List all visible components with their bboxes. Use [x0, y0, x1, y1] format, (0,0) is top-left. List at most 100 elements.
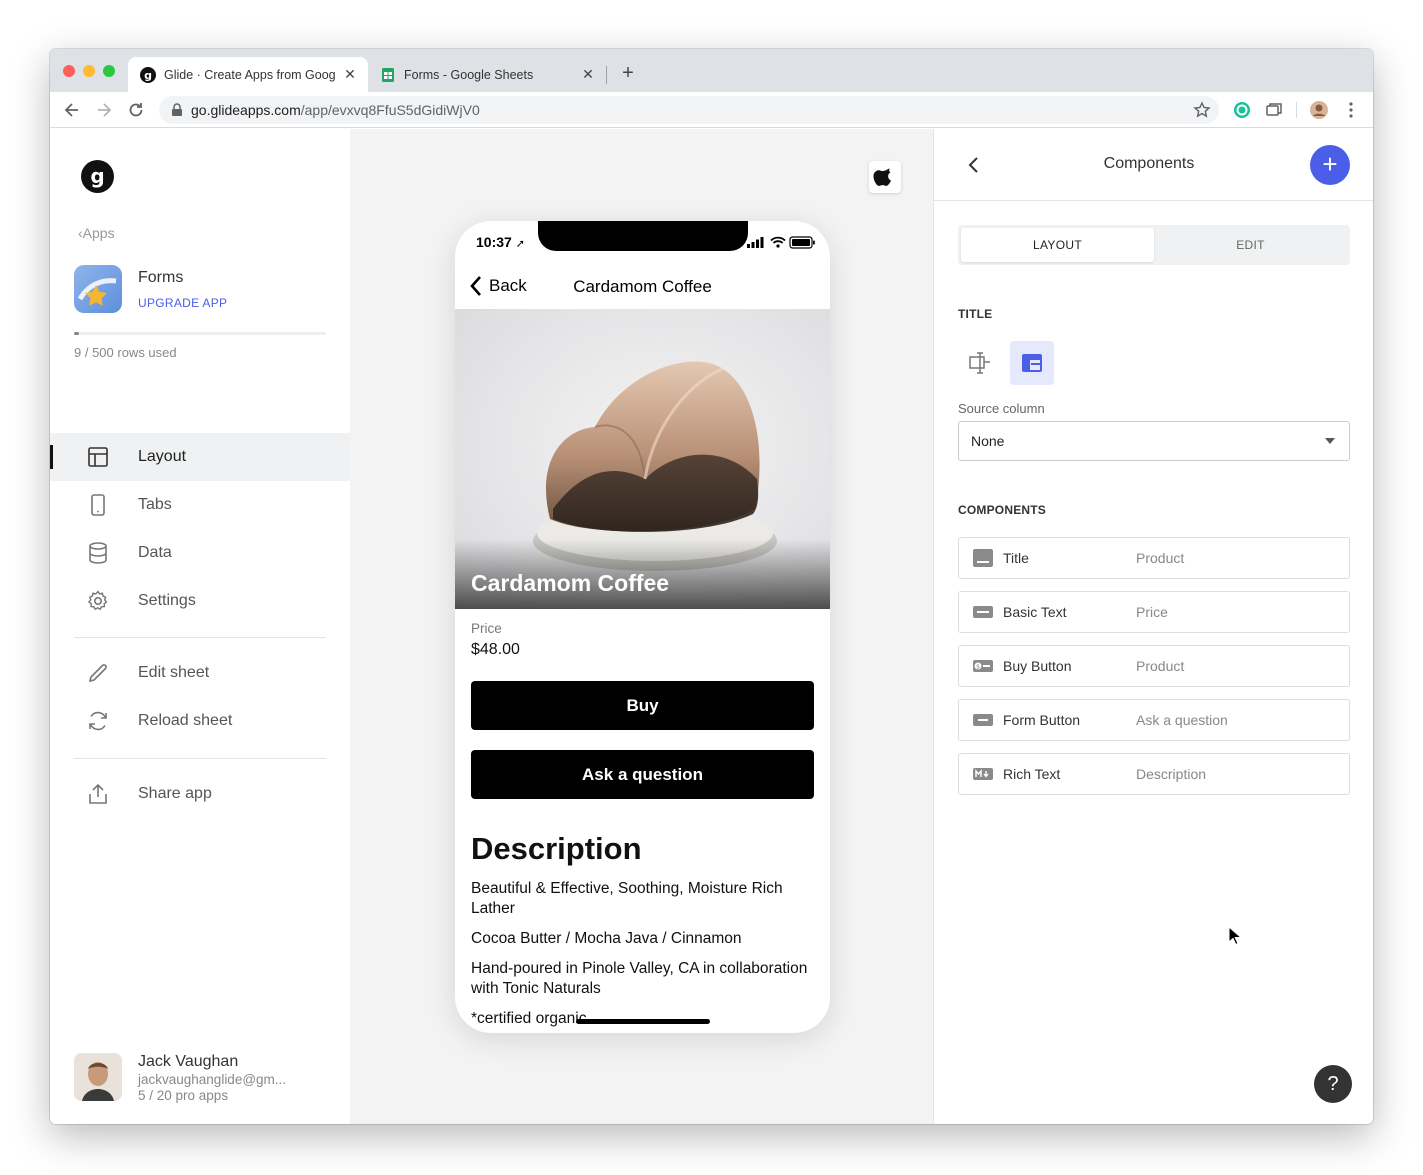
sidebar-item-label: Layout — [138, 448, 187, 465]
product-hero-image: Cardamom Coffee — [455, 309, 830, 609]
tab-glide[interactable]: g Glide · Create Apps from Goog ✕ — [128, 57, 368, 92]
glide-logo[interactable]: g — [81, 160, 114, 193]
more-menu-icon[interactable] — [1341, 100, 1361, 120]
upgrade-app-link[interactable]: UPGRADE APP — [138, 296, 227, 310]
apps-back-link[interactable]: ‹Apps — [78, 225, 115, 241]
tab-separator — [606, 66, 607, 84]
app-name: Forms — [138, 269, 184, 286]
svg-text:g: g — [144, 69, 152, 82]
ask-question-button[interactable]: Ask a question — [471, 750, 814, 799]
component-row-form-button[interactable]: Form Button Ask a question — [958, 699, 1350, 741]
zoom-window-button[interactable] — [103, 65, 115, 77]
hero-title: Cardamom Coffee — [471, 570, 670, 596]
sheets-favicon-icon — [382, 67, 394, 82]
sidebar-item-label: Data — [138, 544, 172, 561]
price-value: $48.00 — [471, 641, 520, 658]
tab-title: Glide · Create Apps from Goog — [164, 67, 336, 82]
title-style-image-option[interactable] — [1010, 341, 1054, 385]
url-host: go.glideapps.com — [191, 102, 301, 118]
sidebar-item-settings[interactable]: Settings — [50, 577, 350, 625]
component-source: Product — [1136, 658, 1185, 674]
buy-button-icon: $ — [973, 660, 993, 672]
user-email: jackvaughanglide@gm... — [138, 1072, 287, 1087]
share-icon — [89, 783, 107, 804]
star-app-icon — [77, 278, 117, 306]
user-plan: 5 / 20 pro apps — [138, 1088, 229, 1103]
forward-arrow-icon[interactable] — [94, 100, 114, 120]
component-row-rich-text[interactable]: Rich Text Description — [958, 753, 1350, 795]
user-photo — [74, 1053, 122, 1101]
add-component-button[interactable]: + — [1310, 145, 1350, 185]
sidebar-item-reload-sheet[interactable]: Reload sheet — [50, 697, 350, 745]
home-indicator — [576, 1019, 710, 1024]
sidebar-divider — [74, 637, 326, 638]
reload-icon — [89, 711, 107, 731]
source-column-select[interactable]: None — [958, 421, 1350, 461]
description-line: Hand-poured in Pinole Valley, CA in coll… — [471, 960, 808, 997]
mouse-cursor-icon — [1228, 926, 1242, 946]
new-tab-button[interactable]: + — [618, 62, 638, 85]
gear-icon — [87, 590, 108, 611]
sidebar-item-layout[interactable]: Layout — [50, 433, 350, 481]
sidebar-item-share-app[interactable]: Share app — [50, 770, 350, 818]
apps-link-label: Apps — [82, 225, 115, 241]
lock-icon — [172, 103, 182, 116]
sidebar-item-label: Reload sheet — [138, 712, 233, 729]
ios-preview-toggle[interactable] — [869, 161, 901, 193]
windows-extension-icon[interactable] — [1264, 100, 1284, 120]
address-bar[interactable]: go.glideapps.com/app/evxvq8FfuS5dGidiWjV… — [159, 96, 1219, 124]
rich-text-icon — [973, 768, 993, 780]
components-panel: Components + LAYOUT EDIT TITLE Source co… — [933, 129, 1373, 1124]
browser-toolbar: go.glideapps.com/app/evxvq8FfuS5dGidiWjV… — [50, 92, 1373, 128]
component-source: Description — [1136, 766, 1207, 782]
tab-close-icon[interactable]: ✕ — [580, 66, 596, 83]
chevron-down-icon — [1325, 438, 1335, 444]
component-name: Form Button — [1003, 712, 1081, 728]
pencil-icon — [88, 664, 107, 683]
tab-layout[interactable]: LAYOUT — [961, 228, 1154, 262]
status-icons — [747, 236, 815, 249]
reload-page-icon[interactable] — [126, 100, 146, 120]
phone-frame: 10:37 ➚ Back Cardamom Coffee Cardamom Co… — [455, 221, 830, 1033]
component-row-basic-text[interactable]: Basic Text Price — [958, 591, 1350, 633]
component-name: Title — [1003, 550, 1029, 566]
minimize-window-button[interactable] — [83, 65, 95, 77]
component-row-buy-button[interactable]: $ Buy Button Product — [958, 645, 1350, 687]
rows-progress-fill — [74, 332, 79, 335]
component-row-title[interactable]: Title Product — [958, 537, 1350, 579]
status-time: 10:37 ➚ — [476, 234, 525, 250]
back-arrow-icon[interactable] — [62, 100, 82, 120]
description-line: Beautiful & Effective, Soothing, Moistur… — [471, 880, 783, 917]
tab-title: Forms - Google Sheets — [404, 67, 534, 82]
text-cursor-icon — [969, 352, 990, 374]
sidebar-item-edit-sheet[interactable]: Edit sheet — [50, 649, 350, 697]
tab-close-icon[interactable]: ✕ — [342, 66, 358, 83]
rows-progress-bar — [74, 332, 326, 335]
grammarly-extension-icon[interactable] — [1232, 100, 1252, 120]
sidebar-item-tabs[interactable]: Tabs — [50, 481, 350, 529]
bookmark-star-icon[interactable] — [1193, 101, 1211, 119]
location-arrow-icon: ➚ — [515, 238, 525, 250]
profile-avatar-icon[interactable] — [1309, 100, 1329, 120]
sidebar-item-label: Share app — [138, 785, 212, 802]
buy-button[interactable]: Buy — [471, 681, 814, 730]
tab-sheets[interactable]: Forms - Google Sheets ✕ — [370, 57, 606, 92]
rows-used-text: 9 / 500 rows used — [74, 345, 177, 360]
title-style-text-option[interactable] — [958, 341, 1002, 385]
sidebar-item-data[interactable]: Data — [50, 529, 350, 577]
sidebar-divider — [74, 758, 326, 759]
left-sidebar: g ‹Apps Forms UPGRADE APP 9 / 500 rows u… — [50, 129, 350, 1124]
avatar[interactable] — [74, 1053, 122, 1101]
url-path: /app/evxvq8FfuS5dGidiWjV0 — [300, 102, 480, 118]
tab-edit[interactable]: EDIT — [1154, 228, 1347, 262]
status-time-text: 10:37 — [476, 234, 512, 250]
sidebar-item-label: Edit sheet — [138, 664, 210, 681]
help-button[interactable]: ? — [1314, 1065, 1352, 1103]
app-icon[interactable] — [74, 265, 122, 313]
close-window-button[interactable] — [63, 65, 75, 77]
source-column-label: Source column — [958, 401, 1045, 416]
sidebar-item-label: Settings — [138, 592, 196, 609]
browser-window: g Glide · Create Apps from Goog ✕ Forms … — [50, 49, 1373, 1124]
components-section-label: COMPONENTS — [958, 503, 1047, 517]
tab-strip: g Glide · Create Apps from Goog ✕ Forms … — [50, 49, 1373, 92]
